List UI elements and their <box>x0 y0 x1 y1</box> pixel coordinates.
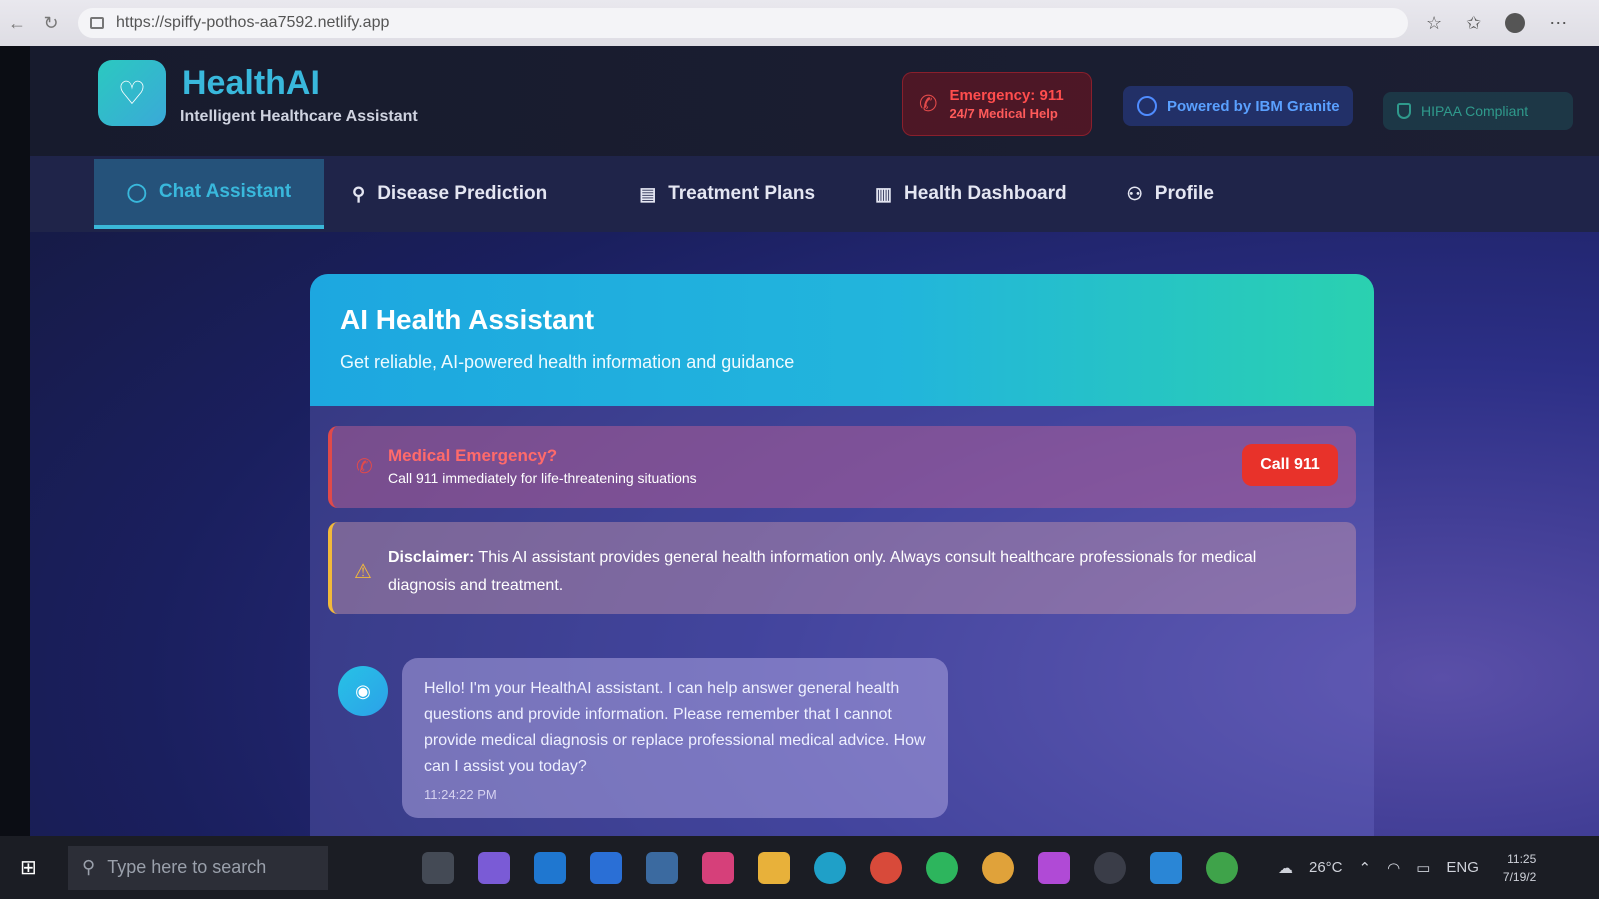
phone-icon: ✆ <box>356 456 373 478</box>
phone-icon: ✆ <box>919 91 938 116</box>
user-icon: ⚇ <box>1126 183 1143 204</box>
tab-treatment-plans[interactable]: ▤ Treatment Plans <box>611 159 843 229</box>
emergency-help: 24/7 Medical Help <box>949 106 1058 121</box>
brain-icon <box>1137 96 1157 116</box>
tab-label: Treatment Plans <box>668 183 816 204</box>
app-header: ♡ HealthAI Intelligent Healthcare Assist… <box>30 46 1599 166</box>
task-view-icon[interactable] <box>422 851 454 884</box>
tab-label: Health Dashboard <box>904 183 1067 204</box>
system-tray: ☁ 26°C ⌃ ◠ ▭ ENG 11:25 7/19/2 <box>1278 850 1536 886</box>
heart-logo-icon: ♡ <box>98 60 166 126</box>
tab-label: Profile <box>1154 183 1214 204</box>
browser-toolbar: ← ↻ https://spiffy-pothos-aa7592.netlify… <box>0 0 1599 46</box>
warning-icon: ⚠ <box>354 561 372 583</box>
emergency-alert-title: Medical Emergency? <box>388 446 558 465</box>
emergency-alert-desc: Call 911 immediately for life-threatenin… <box>388 470 697 486</box>
address-bar[interactable]: https://spiffy-pothos-aa7592.netlify.app <box>78 8 1408 38</box>
emergency-alert: ✆ Medical Emergency? Call 911 immediatel… <box>328 426 1356 508</box>
chat-message-text: Hello! I'm your HealthAI assistant. I ca… <box>424 680 926 775</box>
disclaimer-label: Disclaimer: <box>388 549 475 566</box>
search-icon: ⚲ <box>82 857 96 877</box>
call-911-button[interactable]: Call 911 <box>1242 444 1338 486</box>
tab-profile[interactable]: ⚇ Profile <box>1099 159 1242 229</box>
reload-icon[interactable]: ↻ <box>34 13 68 34</box>
chat-message: Hello! I'm your HealthAI assistant. I ca… <box>402 658 948 818</box>
main-tabs: ◯ Chat Assistant ⚲ Disease Prediction ▤ … <box>30 156 1599 232</box>
tab-chat-assistant[interactable]: ◯ Chat Assistant <box>94 159 324 229</box>
wifi-icon[interactable]: ◠ <box>1387 859 1400 877</box>
card-title: AI Health Assistant <box>340 304 595 335</box>
chrome-alt-icon[interactable] <box>1206 851 1238 884</box>
clock-time: 11:25 <box>1507 851 1537 866</box>
card-subtitle: Get reliable, AI-powered health informat… <box>340 352 795 372</box>
file-explorer-icon[interactable] <box>758 851 790 884</box>
taskbar-apps <box>422 851 1238 884</box>
photos-icon[interactable] <box>1038 851 1070 884</box>
tab-label: Disease Prediction <box>377 183 548 204</box>
favorites-list-icon[interactable]: ✩ <box>1466 13 1481 34</box>
outlook-icon[interactable] <box>534 851 566 884</box>
instagram-icon[interactable] <box>702 851 734 884</box>
taskbar-search-placeholder: Type here to search <box>107 857 267 877</box>
clock[interactable]: 11:25 7/19/2 <box>1503 850 1536 886</box>
battery-icon[interactable]: ▭ <box>1416 859 1430 877</box>
chrome-profile-icon[interactable] <box>982 851 1014 884</box>
ibm-badge-label: Powered by IBM Granite <box>1167 97 1340 115</box>
emergency-number: Emergency: 911 <box>949 87 1064 104</box>
vscode-icon[interactable] <box>1150 851 1182 884</box>
language-indicator[interactable]: ENG <box>1446 859 1479 876</box>
favorite-star-icon[interactable]: ☆ <box>1426 13 1442 34</box>
tab-label: Chat Assistant <box>158 181 292 202</box>
windows-start-icon[interactable]: ⊞ <box>20 855 54 880</box>
more-menu-icon[interactable]: ⋯ <box>1549 13 1567 34</box>
bot-avatar-icon: ◉ <box>338 666 388 716</box>
disclaimer-text: This AI assistant provides general healt… <box>388 549 1257 594</box>
card-hero: AI Health Assistant Get reliable, AI-pow… <box>310 274 1374 406</box>
chat-icon: ◯ <box>126 181 147 202</box>
chat-message-time: 11:24:22 PM <box>424 787 497 802</box>
tab-health-dashboard[interactable]: ▥ Health Dashboard <box>847 159 1095 229</box>
hipaa-badge: HIPAA Compliant <box>1383 92 1573 130</box>
site-info-icon[interactable] <box>90 17 104 29</box>
tab-disease-prediction[interactable]: ⚲ Disease Prediction <box>324 159 575 229</box>
store-icon[interactable] <box>590 851 622 884</box>
weather-temp[interactable]: 26°C <box>1309 859 1343 876</box>
back-icon[interactable]: ← <box>0 13 34 34</box>
chrome-icon[interactable] <box>870 851 902 884</box>
media-player-icon[interactable] <box>1094 851 1126 884</box>
bar-chart-icon: ▥ <box>875 183 893 204</box>
hipaa-badge-label: HIPAA Compliant <box>1421 103 1529 119</box>
clock-date: 7/19/2 <box>1502 869 1537 884</box>
copilot-icon[interactable] <box>478 851 510 884</box>
chevron-up-icon[interactable]: ⌃ <box>1359 859 1372 877</box>
brand-title: HealthAI <box>182 64 320 102</box>
emergency-badge[interactable]: ✆ Emergency: 911 24/7 Medical Help <box>902 72 1092 136</box>
whatsapp-icon[interactable] <box>926 851 958 884</box>
url-text: https://spiffy-pothos-aa7592.netlify.app <box>116 14 390 31</box>
ibm-granite-badge: Powered by IBM Granite <box>1123 86 1353 126</box>
windows-taskbar: ⊞ ⚲ Type here to search ☁ 26°C ⌃ ◠ ▭ ENG… <box>0 836 1599 899</box>
taskbar-search[interactable]: ⚲ Type here to search <box>68 845 328 890</box>
disclaimer-alert: ⚠ Disclaimer: This AI assistant provides… <box>328 522 1356 614</box>
weather-icon[interactable]: ☁ <box>1278 859 1293 877</box>
news-icon[interactable] <box>646 851 678 884</box>
document-icon: ▤ <box>639 183 657 204</box>
browser-profile-icon[interactable] <box>1505 13 1526 33</box>
search-icon: ⚲ <box>352 183 366 204</box>
shield-icon <box>1397 103 1411 119</box>
app-page: ♡ HealthAI Intelligent Healthcare Assist… <box>30 46 1599 836</box>
edge-icon[interactable] <box>814 851 846 884</box>
assistant-card: AI Health Assistant Get reliable, AI-pow… <box>310 274 1374 836</box>
brand-subtitle: Intelligent Healthcare Assistant <box>180 108 418 125</box>
